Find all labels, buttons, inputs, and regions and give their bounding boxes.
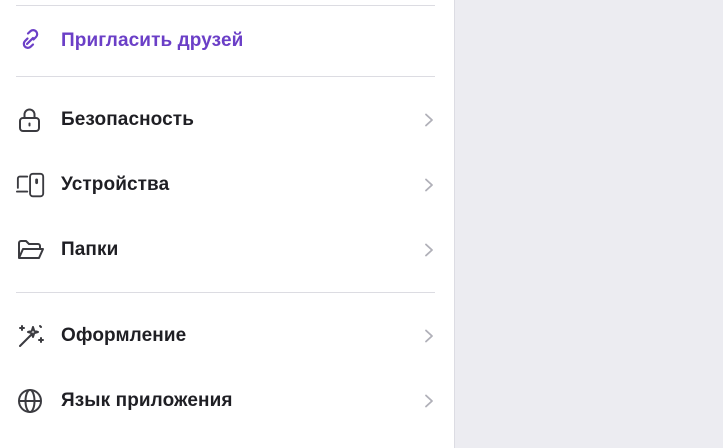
chevron-right-icon — [425, 329, 433, 343]
sidebar-item-label: Язык приложения — [61, 390, 233, 411]
lock-icon — [16, 108, 46, 132]
link-icon — [16, 29, 46, 53]
chevron-right-icon — [425, 113, 433, 127]
sidebar-item-language[interactable]: Язык приложения — [0, 376, 455, 426]
chevron-right-icon — [425, 243, 433, 257]
globe-icon — [16, 389, 46, 413]
sidebar-item-folders[interactable]: Папки — [0, 225, 455, 275]
sidebar-item-security[interactable]: Безопасность — [0, 95, 455, 145]
divider — [16, 5, 435, 6]
invite-friends-button[interactable]: Пригласить друзей — [0, 16, 455, 66]
devices-icon — [16, 172, 46, 198]
empty-content-panel — [456, 0, 723, 448]
folder-icon — [16, 238, 46, 262]
settings-screen: Пригласить друзей Безопасность Устройств… — [0, 0, 723, 448]
magic-wand-icon — [16, 324, 46, 348]
sidebar-item-label: Устройства — [61, 174, 170, 195]
sidebar-item-appearance[interactable]: Оформление — [0, 311, 455, 361]
invite-friends-label: Пригласить друзей — [61, 30, 244, 51]
sidebar-item-devices[interactable]: Устройства — [0, 160, 455, 210]
settings-sidebar: Пригласить друзей Безопасность Устройств… — [0, 0, 455, 448]
sidebar-item-label: Папки — [61, 239, 119, 260]
divider — [16, 292, 435, 293]
sidebar-item-label: Оформление — [61, 325, 187, 346]
chevron-right-icon — [425, 394, 433, 408]
divider — [16, 76, 435, 77]
sidebar-item-label: Безопасность — [61, 109, 194, 130]
chevron-right-icon — [425, 178, 433, 192]
